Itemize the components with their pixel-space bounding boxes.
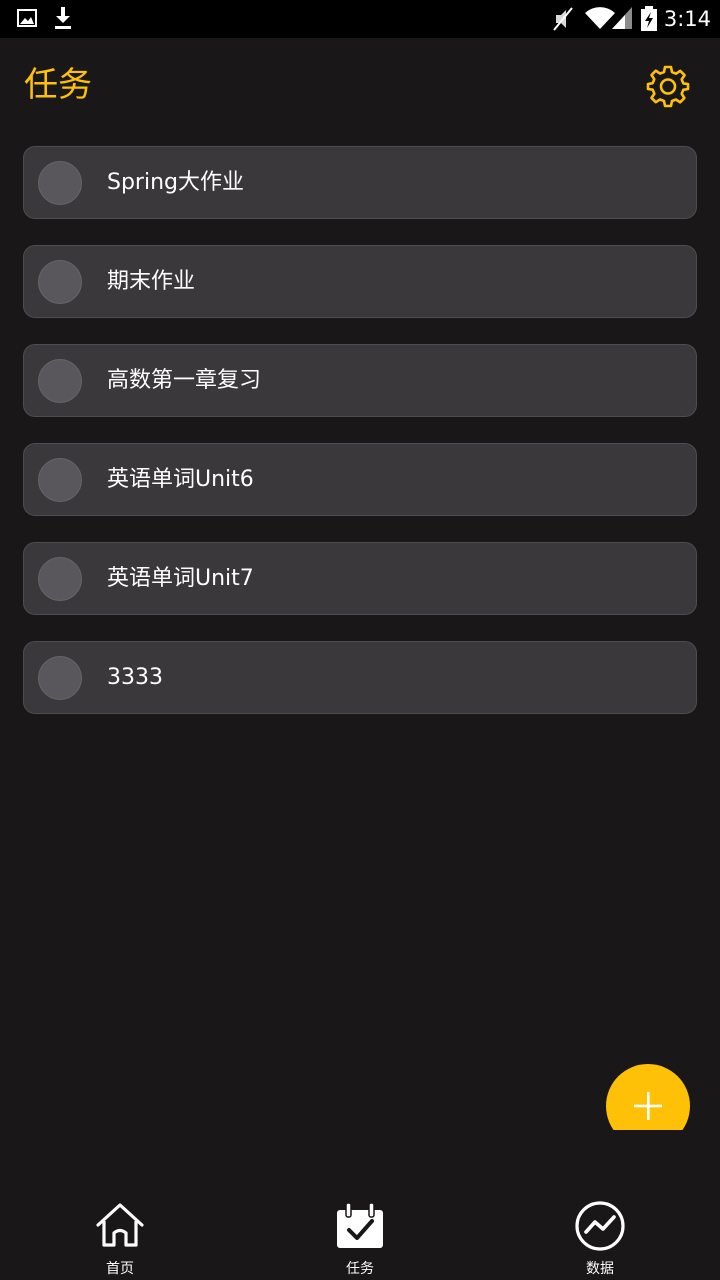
task-checkbox[interactable] bbox=[38, 359, 82, 403]
task-checkbox[interactable] bbox=[38, 260, 82, 304]
task-item[interactable]: 英语单词Unit6 bbox=[23, 443, 697, 516]
task-checkbox[interactable] bbox=[38, 458, 82, 502]
nav-label: 任务 bbox=[346, 1261, 374, 1277]
task-label: 期末作业 bbox=[107, 269, 196, 294]
home-icon bbox=[96, 1203, 144, 1247]
task-label: 英语单词Unit6 bbox=[107, 467, 254, 492]
download-icon bbox=[53, 6, 73, 34]
calendar-check-icon bbox=[337, 1202, 383, 1248]
task-checkbox[interactable] bbox=[38, 656, 82, 700]
task-list: Spring大作业 期末作业 高数第一章复习 英语单词Unit6 英语单词Uni… bbox=[23, 146, 697, 740]
task-item[interactable]: Spring大作业 bbox=[23, 146, 697, 219]
nav-item-home[interactable]: 首页 bbox=[60, 1190, 180, 1280]
plus-icon bbox=[634, 1092, 662, 1120]
task-label: Spring大作业 bbox=[107, 170, 244, 195]
mute-icon bbox=[551, 6, 575, 36]
page-title: 任务 bbox=[24, 65, 92, 105]
task-label: 英语单词Unit7 bbox=[107, 566, 254, 591]
add-task-button[interactable] bbox=[606, 1064, 690, 1130]
gear-icon bbox=[646, 65, 690, 108]
nav-label: 首页 bbox=[106, 1261, 134, 1277]
nav-label: 数据 bbox=[586, 1261, 614, 1277]
task-item[interactable]: 高数第一章复习 bbox=[23, 344, 697, 417]
nav-item-tasks[interactable]: 任务 bbox=[300, 1190, 420, 1280]
signal-icon bbox=[611, 6, 633, 34]
task-checkbox[interactable] bbox=[38, 161, 82, 205]
nav-item-data[interactable]: 数据 bbox=[540, 1190, 660, 1280]
task-label: 高数第一章复习 bbox=[107, 368, 262, 393]
task-label: 3333 bbox=[107, 665, 163, 690]
image-icon bbox=[17, 8, 37, 32]
battery-charging-icon bbox=[640, 6, 658, 36]
app-header: 任务 bbox=[0, 38, 720, 134]
trend-chart-icon bbox=[575, 1201, 625, 1251]
bottom-nav: 首页 任务 数据 bbox=[0, 1190, 720, 1280]
settings-button[interactable] bbox=[646, 64, 690, 108]
task-item[interactable]: 期末作业 bbox=[23, 245, 697, 318]
task-item[interactable]: 英语单词Unit7 bbox=[23, 542, 697, 615]
task-item[interactable]: 3333 bbox=[23, 641, 697, 714]
task-checkbox[interactable] bbox=[38, 557, 82, 601]
clock: 3:14 bbox=[663, 7, 711, 31]
status-bar: 3:14 bbox=[0, 0, 720, 38]
